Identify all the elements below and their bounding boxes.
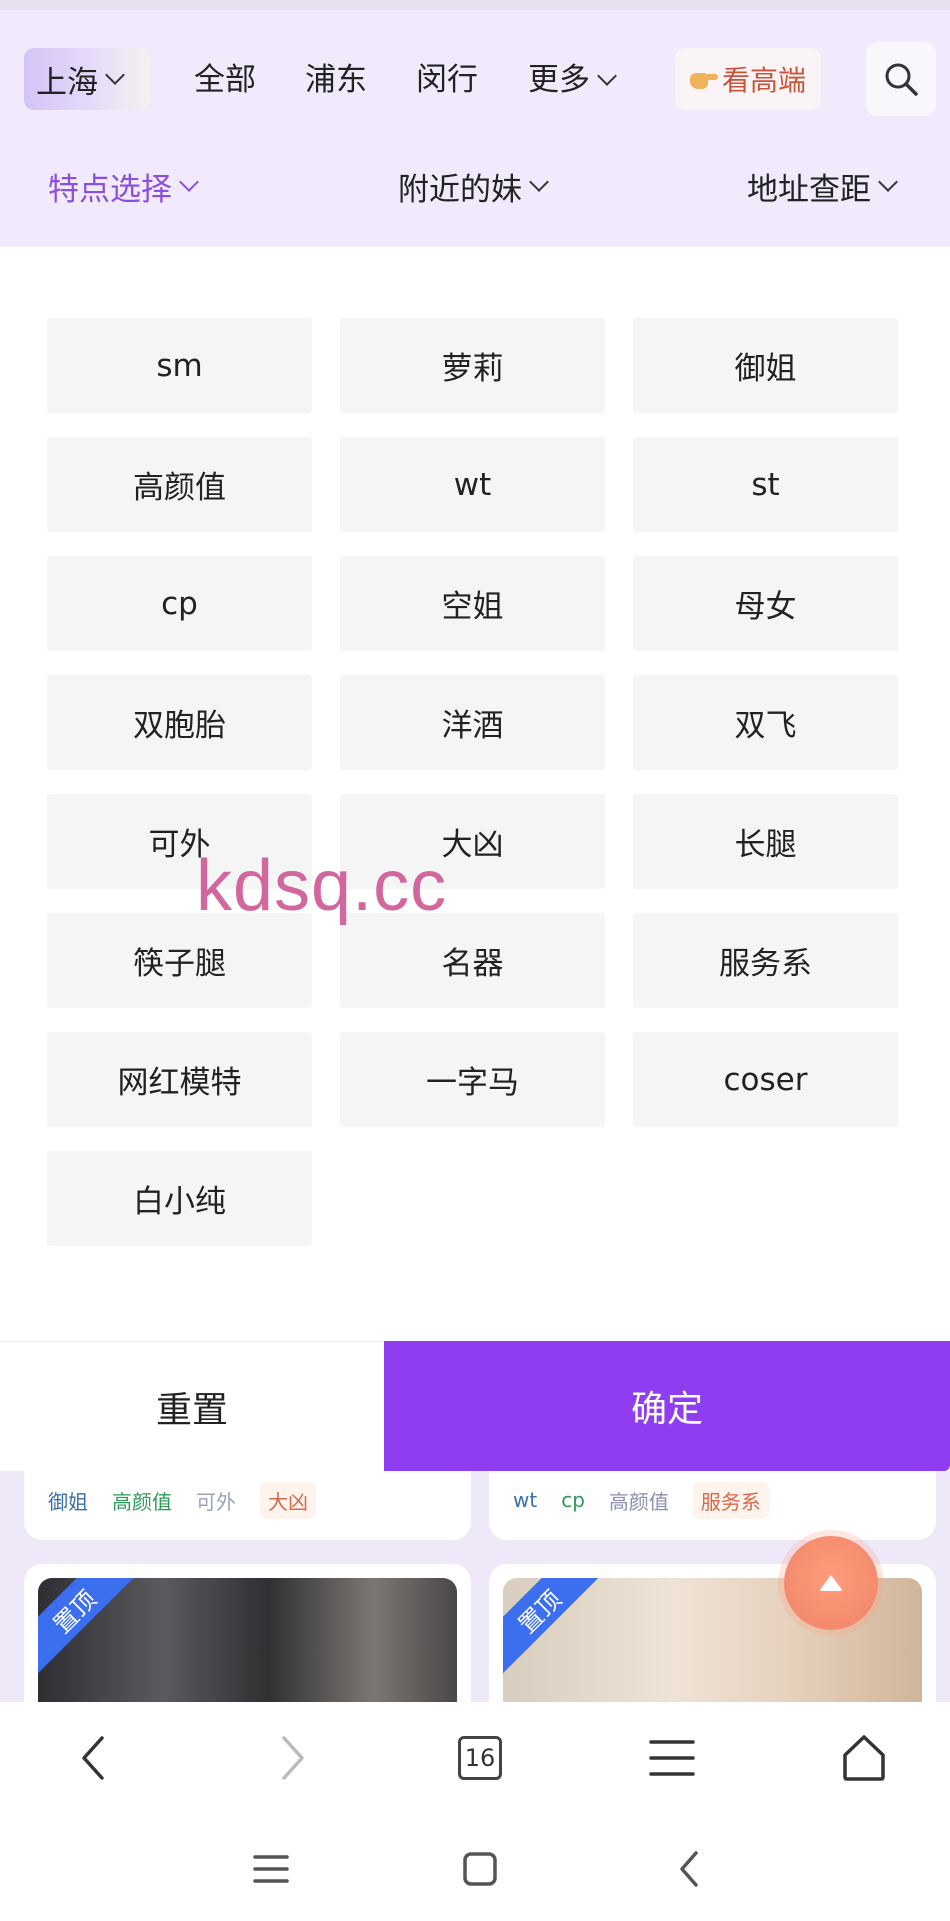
tag-option[interactable]: 御姐	[633, 318, 898, 413]
chevron-down-icon	[878, 172, 898, 192]
card-tag: 高颜值	[608, 1489, 669, 1514]
filter-nearby[interactable]: 附近的妹	[398, 164, 549, 208]
chevron-left-icon	[680, 1851, 698, 1887]
chevron-left-icon	[82, 1736, 104, 1780]
card-tag: 服务系	[692, 1481, 769, 1519]
recent-apps-button[interactable]	[246, 1844, 296, 1894]
tab-count: 16	[458, 1736, 502, 1780]
nav-item-pudong[interactable]: 浦东	[305, 58, 367, 102]
tag-option[interactable]: 双胞胎	[47, 675, 312, 770]
listing-card-tags-right[interactable]: wt cp 高颜值 服务系	[489, 1460, 936, 1540]
chevron-down-icon	[597, 66, 617, 86]
tag-option[interactable]: coser	[633, 1032, 898, 1127]
tabs-button[interactable]: 16	[450, 1730, 510, 1786]
tag-option[interactable]: st	[633, 437, 898, 532]
tag-option[interactable]: 白小纯	[47, 1151, 312, 1246]
city-label: 上海	[36, 64, 98, 101]
tag-option[interactable]: 一字马	[340, 1032, 605, 1127]
header: 上海 全部 浦东 闵行 更多 看高端 特点选择 附近的妹 地址查距	[0, 0, 950, 247]
search-icon	[885, 63, 918, 96]
tag-option[interactable]: 高颜值	[47, 437, 312, 532]
city-selector[interactable]: 上海	[24, 48, 150, 110]
back-button[interactable]	[64, 1730, 124, 1786]
listing-card-tags-left[interactable]: 御姐 高颜值 可外 大凶	[24, 1460, 471, 1540]
filter-features-label: 特点选择	[48, 171, 172, 208]
card-tag: 御姐	[48, 1489, 88, 1514]
premium-button[interactable]: 看高端	[675, 48, 821, 110]
watermark: kdsq.cc	[196, 846, 448, 926]
tag-option[interactable]: sm	[47, 318, 312, 413]
pinned-ribbon: 置顶	[503, 1578, 606, 1678]
tag-option[interactable]: wt	[340, 437, 605, 532]
home-button[interactable]	[834, 1730, 894, 1786]
system-back-button[interactable]	[664, 1844, 714, 1894]
search-button[interactable]	[866, 42, 936, 116]
card-tag: 大凶	[260, 1481, 316, 1519]
chevron-right-icon	[282, 1736, 304, 1780]
scroll-to-top-button[interactable]	[784, 1536, 878, 1630]
card-tag: cp	[561, 1488, 585, 1512]
home-icon	[843, 1735, 885, 1781]
listing-card[interactable]: 置顶	[24, 1564, 471, 1704]
chevron-down-icon	[179, 172, 199, 192]
menu-button[interactable]	[642, 1730, 702, 1786]
tag-option[interactable]: 筷子腿	[47, 913, 312, 1008]
feature-tag-grid: sm 萝莉 御姐 高颜值 wt st cp 空姐 母女 双胞胎 洋酒 双飞 可外…	[47, 318, 899, 1246]
tag-option[interactable]: 空姐	[340, 556, 605, 651]
reset-button[interactable]: 重置	[0, 1341, 384, 1471]
tag-option[interactable]: 萝莉	[340, 318, 605, 413]
filter-nearby-label: 附近的妹	[398, 171, 522, 208]
menu-icon	[649, 1740, 695, 1776]
tag-option[interactable]: 服务系	[633, 913, 898, 1008]
browser-toolbar: 16	[0, 1702, 950, 1814]
tag-option[interactable]: 洋酒	[340, 675, 605, 770]
tag-option[interactable]: 长腿	[633, 794, 898, 889]
top-divider	[0, 0, 950, 10]
listing-photo: 置顶	[38, 1578, 457, 1704]
home-nav-button[interactable]	[455, 1844, 505, 1894]
tag-option[interactable]: cp	[47, 556, 312, 651]
filter-distance[interactable]: 地址查距	[747, 164, 898, 208]
filter-features[interactable]: 特点选择	[48, 164, 199, 208]
square-icon	[463, 1852, 497, 1886]
tag-option[interactable]: 名器	[340, 913, 605, 1008]
forward-button[interactable]	[262, 1730, 322, 1786]
card-tag: wt	[513, 1488, 538, 1512]
card-tag: 高颜值	[112, 1489, 172, 1514]
filter-action-bar: 重置 确定	[0, 1341, 950, 1471]
tag-option[interactable]: 双飞	[633, 675, 898, 770]
nav-item-minhang[interactable]: 闵行	[416, 58, 478, 102]
pinned-ribbon: 置顶	[38, 1578, 141, 1678]
premium-label: 看高端	[721, 64, 806, 97]
recent-apps-icon	[253, 1855, 289, 1883]
tag-option[interactable]: 母女	[633, 556, 898, 651]
nav-item-all[interactable]: 全部	[194, 58, 256, 102]
chevron-down-icon	[529, 172, 549, 192]
arrow-up-icon	[819, 1575, 843, 1591]
pointing-hand-icon	[689, 68, 718, 90]
more-label: 更多	[528, 62, 590, 98]
filter-distance-label: 地址查距	[747, 171, 871, 208]
page: 上海 全部 浦东 闵行 更多 看高端 特点选择 附近的妹 地址查距 sm 萝莉 …	[0, 0, 950, 1921]
chevron-down-icon	[105, 65, 125, 85]
tag-option[interactable]: 网红模特	[47, 1032, 312, 1127]
system-nav-bar	[0, 1814, 950, 1921]
nav-item-more[interactable]: 更多	[528, 58, 617, 102]
confirm-button[interactable]: 确定	[384, 1341, 950, 1471]
card-tag: 可外	[196, 1489, 236, 1514]
